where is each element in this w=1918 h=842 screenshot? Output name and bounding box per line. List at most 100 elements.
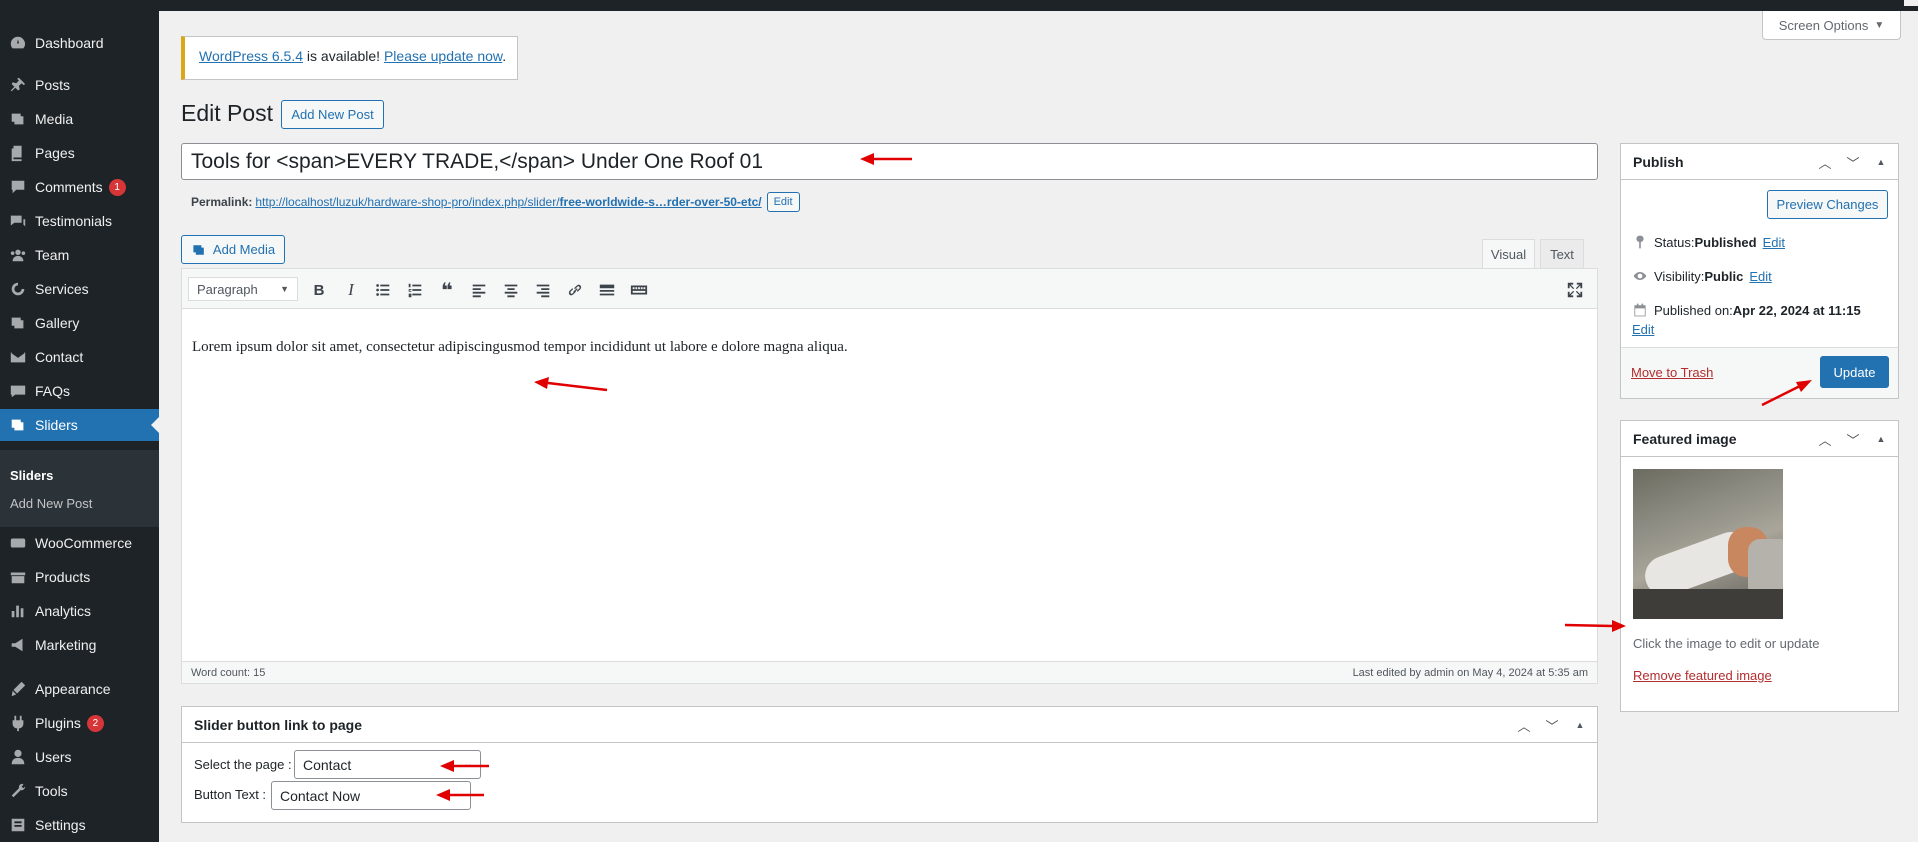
sliders-icon	[0, 416, 35, 434]
comments-icon	[0, 178, 35, 196]
tab-visual[interactable]: Visual	[1482, 239, 1535, 268]
tab-text[interactable]: Text	[1540, 239, 1584, 268]
menu-tools[interactable]: Tools	[0, 775, 159, 807]
toggle-panel-icon[interactable]: ▲	[1870, 152, 1892, 172]
wordpress-version-link[interactable]: WordPress 6.5.4	[199, 48, 303, 64]
visibility-edit-link[interactable]: Edit	[1749, 269, 1771, 284]
numbered-list-icon[interactable]	[402, 277, 428, 303]
editor-content[interactable]: Lorem ipsum dolor sit amet, consectetur …	[192, 339, 848, 356]
menu-comments[interactable]: Comments 1	[0, 171, 159, 203]
plugins-icon	[0, 714, 35, 732]
permalink-edit-button[interactable]: Edit	[766, 192, 800, 212]
admin-bar-avatar[interactable]	[1904, 0, 1918, 6]
update-notice: WordPress 6.5.4 is available! Please upd…	[181, 36, 518, 80]
remove-featured-image-link[interactable]: Remove featured image	[1633, 668, 1772, 683]
link-icon[interactable]	[562, 277, 588, 303]
eye-icon	[1633, 272, 1647, 280]
slider-button-box: Slider button link to page ︿ ﹀ ▲ Select …	[181, 706, 1598, 823]
admin-sidebar: Dashboard Posts Media Pages Comments 1 Te…	[0, 11, 159, 842]
slider-box-title[interactable]: Slider button link to page	[182, 707, 1597, 743]
chevron-down-icon[interactable]: ﹀	[1842, 152, 1864, 172]
menu-faqs[interactable]: FAQs	[0, 375, 159, 407]
services-icon	[0, 280, 35, 298]
last-edited: Last edited by admin on May 4, 2024 at 5…	[1352, 666, 1588, 679]
menu-users[interactable]: Users	[0, 741, 159, 773]
add-new-post-button[interactable]: Add New Post	[281, 100, 384, 129]
publish-box: Publish ︿ ﹀ ▲ Preview Changes Status: Pu…	[1620, 143, 1899, 399]
move-to-trash-link[interactable]: Move to Trash	[1631, 365, 1713, 380]
status-edit-link[interactable]: Edit	[1763, 235, 1785, 250]
format-select[interactable]: Paragraph ▼	[188, 277, 298, 301]
menu-media[interactable]: Media	[0, 103, 159, 135]
italic-icon[interactable]: I	[338, 277, 364, 303]
pin-icon	[0, 76, 35, 94]
permalink-row: Permalink: http://localhost/luzuk/hardwa…	[191, 192, 800, 212]
menu-plugins[interactable]: Plugins 2	[0, 707, 159, 739]
featured-image-thumbnail[interactable]	[1633, 469, 1783, 619]
toggle-panel-icon[interactable]: ▲	[1569, 715, 1591, 735]
menu-gallery[interactable]: Gallery	[0, 307, 159, 339]
post-title-input[interactable]: Tools for <span>EVERY TRADE,</span> Unde…	[181, 143, 1598, 180]
chevron-up-icon[interactable]: ︿	[1513, 715, 1535, 735]
caret-down-icon: ▼	[280, 284, 289, 294]
menu-contact[interactable]: Contact	[0, 341, 159, 373]
chevron-down-icon[interactable]: ﹀	[1842, 429, 1864, 449]
update-now-link[interactable]: Please update now	[384, 48, 502, 64]
toggle-panel-icon[interactable]: ▲	[1870, 429, 1892, 449]
align-left-icon[interactable]	[466, 277, 492, 303]
post-editor: Paragraph ▼ B I ❝ Lorem ipsum dolor sit a…	[181, 268, 1598, 684]
menu-settings[interactable]: Settings	[0, 809, 159, 841]
button-text-input[interactable]: Contact Now	[271, 781, 471, 810]
menu-analytics[interactable]: Analytics	[0, 595, 159, 627]
menu-appearance[interactable]: Appearance	[0, 673, 159, 705]
chevron-up-icon[interactable]: ︿	[1814, 429, 1836, 449]
select-page-dropdown[interactable]: Contact ⌄	[294, 750, 481, 779]
preview-changes-button[interactable]: Preview Changes	[1767, 190, 1888, 219]
menu-sliders[interactable]: Sliders	[0, 409, 159, 441]
bold-icon[interactable]: B	[306, 277, 332, 303]
featured-image-box: Featured image ︿ ﹀ ▲ Click the image to …	[1620, 420, 1899, 712]
menu-testimonials[interactable]: Testimonials	[0, 205, 159, 237]
screen-options-button[interactable]: Screen Options ▼	[1762, 11, 1901, 40]
visibility-value: Public	[1704, 268, 1744, 284]
align-right-icon[interactable]	[530, 277, 556, 303]
tools-icon	[0, 782, 35, 800]
submenu-sliders[interactable]: Sliders	[10, 468, 53, 483]
menu-team[interactable]: Team	[0, 239, 159, 271]
button-text-label: Button Text :	[194, 787, 267, 802]
update-button[interactable]: Update	[1820, 356, 1889, 388]
add-media-icon	[193, 244, 204, 255]
fullscreen-icon[interactable]	[1562, 277, 1588, 303]
bullet-list-icon[interactable]	[370, 277, 396, 303]
chevron-down-icon[interactable]: ﹀	[1541, 715, 1563, 735]
menu-woocommerce[interactable]: WooCommerce	[0, 527, 159, 559]
blockquote-icon[interactable]: ❝	[434, 277, 460, 303]
pages-icon	[0, 144, 35, 162]
faq-icon	[0, 382, 35, 400]
add-media-button[interactable]: Add Media	[181, 235, 285, 264]
users-icon	[0, 748, 35, 766]
submenu-add-new-post[interactable]: Add New Post	[10, 496, 92, 511]
status-value: Published	[1694, 234, 1757, 250]
settings-icon	[0, 816, 35, 834]
read-more-icon[interactable]	[594, 277, 620, 303]
dashboard-icon	[0, 34, 35, 52]
align-center-icon[interactable]	[498, 277, 524, 303]
keyboard-icon[interactable]	[626, 277, 652, 303]
menu-dashboard[interactable]: Dashboard	[0, 27, 159, 59]
publish-actions: Move to Trash Update	[1621, 347, 1898, 398]
pin-icon	[1636, 235, 1644, 249]
published-edit-link[interactable]: Edit	[1632, 322, 1654, 337]
editor-statusbar: Word count: 15 Last edited by admin on M…	[182, 661, 1597, 683]
menu-products[interactable]: Products	[0, 561, 159, 593]
menu-posts[interactable]: Posts	[0, 69, 159, 101]
testimonials-icon	[0, 212, 35, 230]
menu-services[interactable]: Services	[0, 273, 159, 305]
media-icon	[0, 110, 35, 128]
page-title: Edit Post	[181, 100, 274, 126]
menu-marketing[interactable]: Marketing	[0, 629, 159, 661]
chevron-up-icon[interactable]: ︿	[1814, 152, 1836, 172]
featured-image-hint: Click the image to edit or update	[1633, 636, 1820, 651]
menu-pages[interactable]: Pages	[0, 137, 159, 169]
permalink-link[interactable]: http://localhost/luzuk/hardware-shop-pro…	[255, 195, 761, 209]
